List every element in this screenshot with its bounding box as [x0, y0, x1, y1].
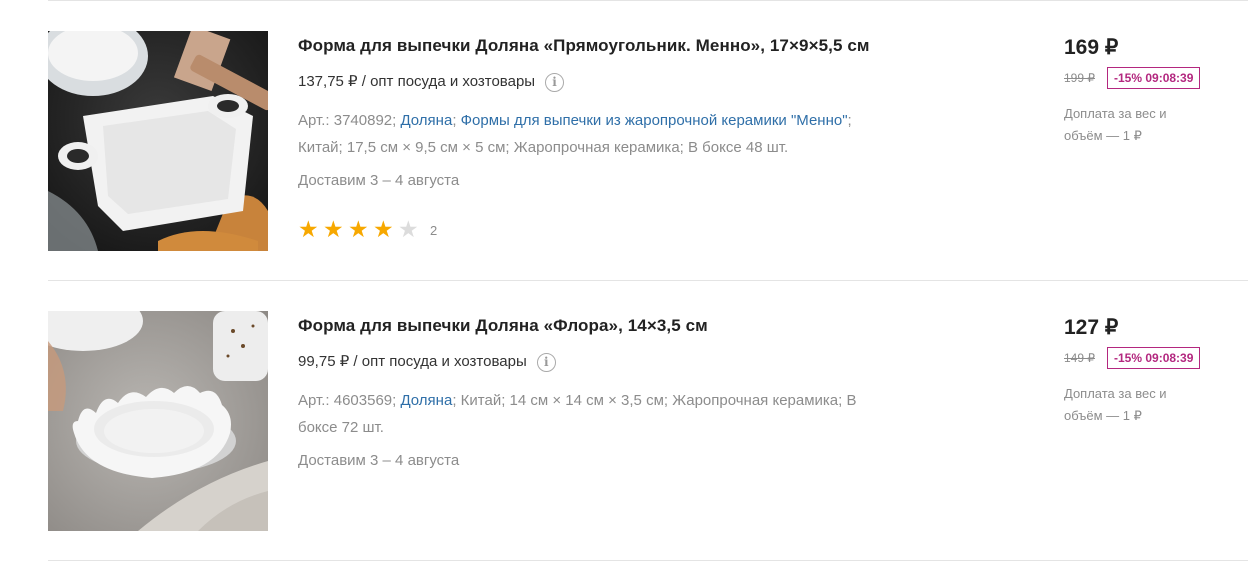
row-divider [48, 560, 1248, 561]
collection-link[interactable]: Формы для выпечки из жаропрочной керамик… [461, 112, 848, 129]
price-block: 169 ₽ 199 ₽ -15% 09:08:39 Доплата за вес… [1064, 35, 1244, 147]
review-count[interactable]: 2 [430, 223, 437, 238]
product-details: Китай; 17,5 см × 9,5 см × 5 см; Жаропроч… [298, 139, 789, 156]
surcharge-note: Доплата за вес и объём — 1 ₽ [1064, 106, 1167, 143]
old-price: 149 ₽ [1064, 351, 1095, 365]
price: 127 ₽ [1064, 316, 1119, 339]
star-icon: ★ [348, 217, 369, 243]
star-icon: ★ [373, 217, 394, 243]
star-icon: ★ [323, 217, 344, 243]
row-divider [48, 280, 1248, 281]
article-number: Арт.: 4603569; [298, 392, 397, 409]
brand-link[interactable]: Доляна [400, 112, 452, 129]
brand-link[interactable]: Доляна [400, 392, 452, 409]
product-title[interactable]: Форма для выпечки Доляна «Флора», 14×3,5… [298, 311, 988, 341]
top-divider [48, 0, 1248, 1]
product-card: Форма для выпечки Доляна «Флора», 14×3,5… [48, 311, 1248, 531]
price: 169 ₽ [1064, 36, 1119, 59]
product-card: Форма для выпечки Доляна «Прямоугольник.… [48, 31, 1248, 251]
surcharge-note: Доплата за вес и объём — 1 ₽ [1064, 386, 1167, 423]
product-image[interactable] [48, 31, 268, 251]
product-image[interactable] [48, 311, 268, 531]
discount-badge: -15% 09:08:39 [1107, 347, 1201, 369]
discount-badge: -15% 09:08:39 [1107, 67, 1201, 89]
wholesale-price: 99,75 ₽ / опт посуда и хозтовары i [298, 352, 988, 372]
wholesale-price: 137,75 ₽ / опт посуда и хозтовары i [298, 72, 988, 92]
product-meta: Арт.: 4603569; Доляна; Китай; 14 см × 14… [298, 392, 857, 436]
rating[interactable]: ★ ★ ★ ★ ★ 2 [298, 218, 988, 242]
delivery-date: Доставим 3 – 4 августа [298, 452, 460, 469]
star-icon: ★ [298, 217, 319, 243]
wholesale-price-text: 137,75 ₽ / опт посуда и хозтовары [298, 73, 536, 90]
old-price: 199 ₽ [1064, 71, 1095, 85]
star-empty-icon: ★ [398, 217, 419, 243]
product-meta: Арт.: 3740892; Доляна; Формы для выпечки… [298, 112, 852, 156]
wholesale-price-text: 99,75 ₽ / опт посуда и хозтовары [298, 353, 527, 370]
product-title[interactable]: Форма для выпечки Доляна «Прямоугольник.… [298, 31, 988, 61]
info-icon[interactable]: i [545, 72, 565, 92]
info-icon[interactable]: i [536, 352, 556, 372]
delivery-date: Доставим 3 – 4 августа [298, 172, 460, 189]
article-number: Арт.: 3740892; [298, 112, 397, 129]
price-block: 127 ₽ 149 ₽ -15% 09:08:39 Доплата за вес… [1064, 315, 1244, 427]
